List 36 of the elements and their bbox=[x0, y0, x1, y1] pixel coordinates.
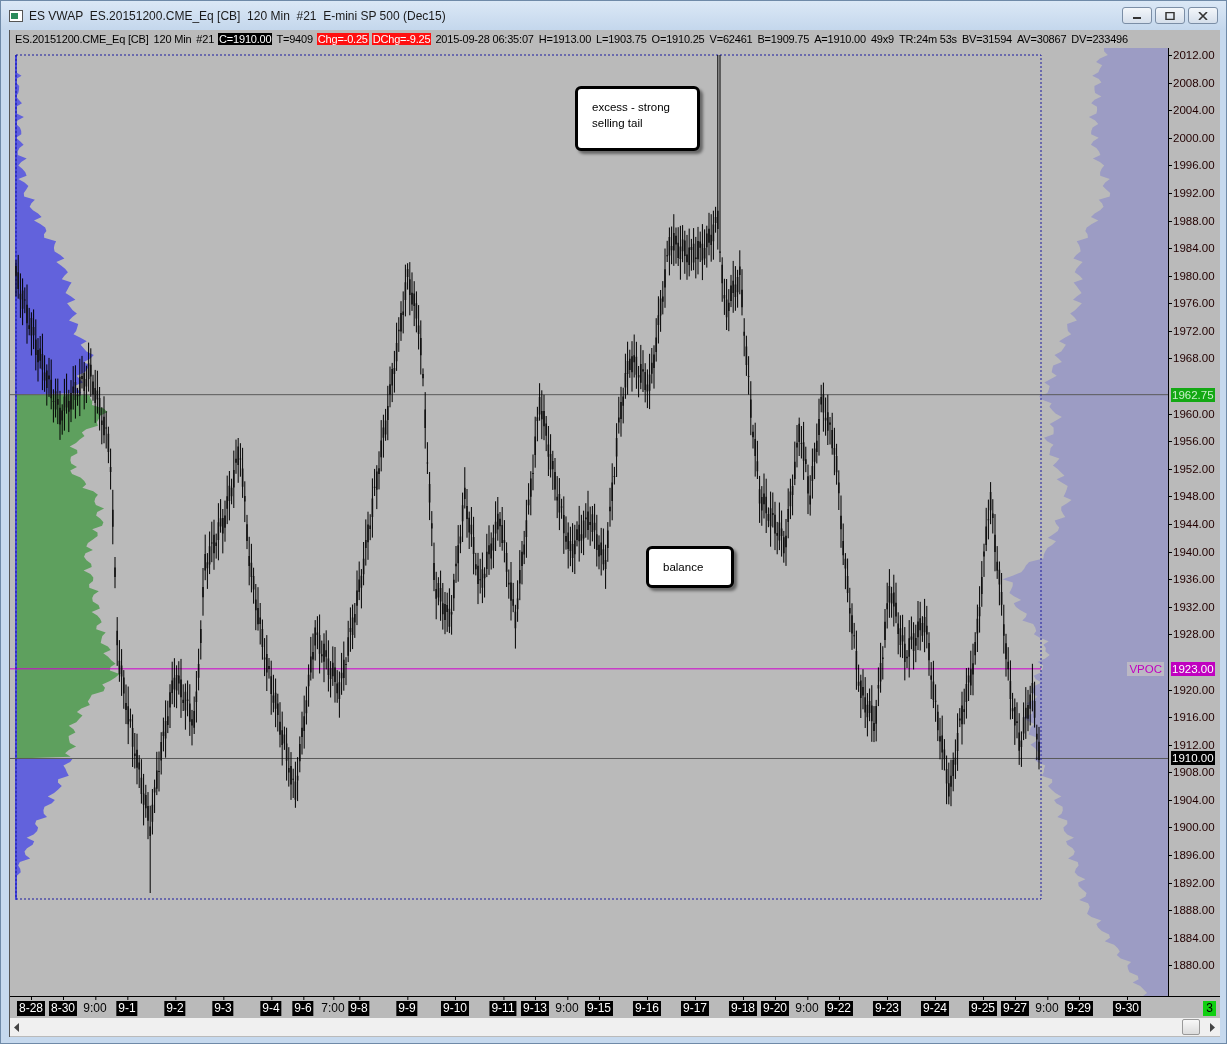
price-marker: 1962.75 bbox=[1171, 387, 1215, 402]
header-value: V=62461 bbox=[708, 33, 754, 45]
minimize-button[interactable] bbox=[1122, 7, 1152, 24]
maximize-button[interactable] bbox=[1155, 7, 1185, 24]
app-icon bbox=[9, 9, 23, 22]
chart-note: excess - strong selling tail bbox=[575, 86, 700, 151]
header-value: AV=30867 bbox=[1016, 33, 1068, 45]
header-value: O=1910.25 bbox=[650, 33, 706, 45]
scroll-thumb[interactable] bbox=[1182, 1019, 1200, 1035]
close-button[interactable] bbox=[1188, 7, 1218, 24]
scroll-right-icon[interactable] bbox=[1210, 1022, 1216, 1032]
header-value: C=1910.00 bbox=[218, 33, 273, 45]
header-value: DV=233496 bbox=[1070, 33, 1129, 45]
scroll-left-icon[interactable] bbox=[14, 1022, 20, 1032]
header-value: DChg=-9.25 bbox=[371, 33, 432, 45]
header-value: B=1909.75 bbox=[756, 33, 811, 45]
header-value: A=1910.00 bbox=[813, 33, 867, 45]
header-value: Chg=-0.25 bbox=[316, 33, 369, 45]
close-icon bbox=[1198, 11, 1208, 20]
header-value: BV=31594 bbox=[960, 33, 1014, 45]
horizontal-scrollbar[interactable] bbox=[10, 1018, 1220, 1036]
chart-note: balance bbox=[646, 546, 734, 588]
header-value: T=9409 bbox=[275, 33, 314, 45]
header-value: 120 Min bbox=[152, 33, 193, 45]
header-value: L=1903.75 bbox=[595, 33, 648, 45]
header-value: 2015-09-28 06:35:07 bbox=[434, 33, 535, 45]
window-title: ES VWAP ES.20151200.CME_Eq [CB] 120 Min #21 E-mini SP 500 (Dec15) bbox=[29, 8, 447, 23]
maximize-icon bbox=[1165, 11, 1175, 20]
header-value: ES.20151200.CME_Eq [CB] bbox=[14, 33, 150, 45]
price-marker: 1910.00 bbox=[1171, 751, 1215, 766]
header-value: #21 bbox=[195, 33, 216, 45]
status-badge: 3 bbox=[1203, 1001, 1216, 1016]
header-value: H=1913.00 bbox=[537, 33, 593, 45]
header-value: 49x9 bbox=[869, 33, 895, 45]
price-marker: 1923.00 bbox=[1171, 661, 1215, 676]
header-value: TR:24m 53s bbox=[898, 33, 958, 45]
